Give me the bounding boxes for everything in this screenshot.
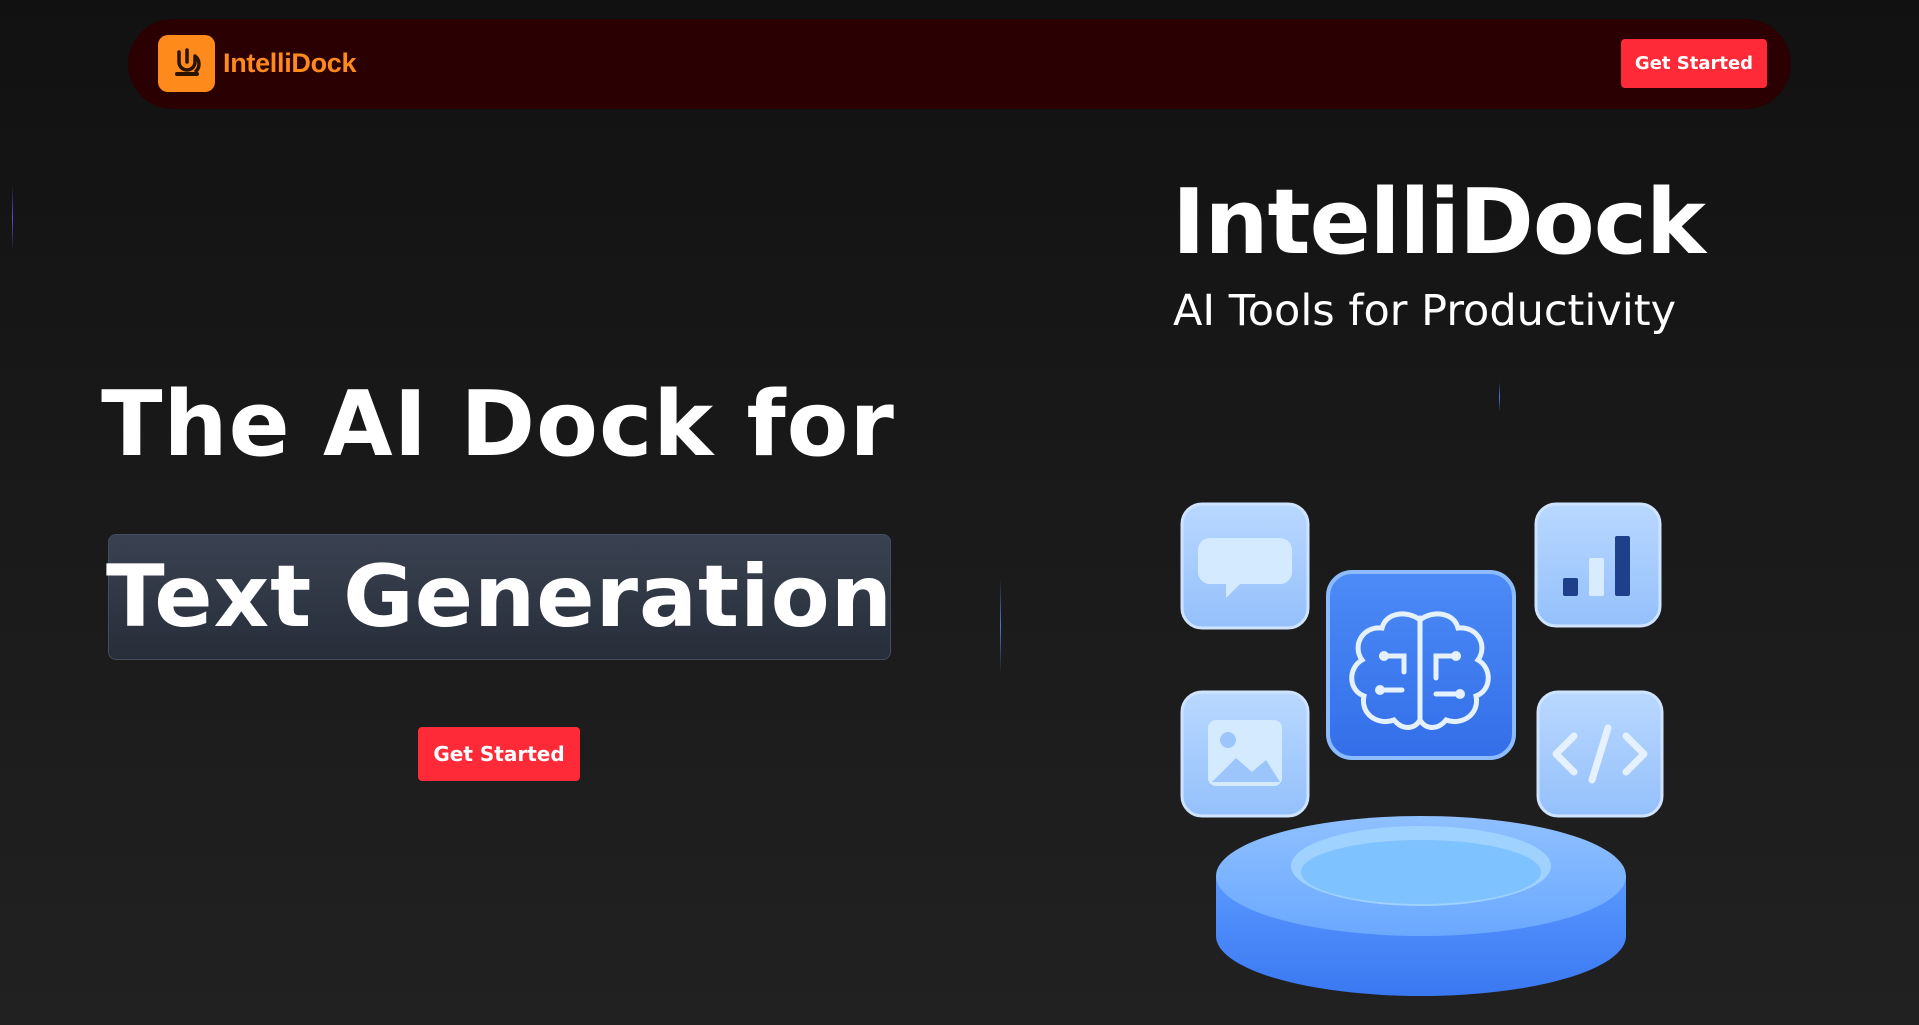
bar-chart-icon [1534,502,1662,628]
decorative-line [1000,578,1001,674]
hero-get-started-button[interactable]: Get Started [418,727,580,781]
navbar: IntelliDock Get Started [128,19,1791,109]
brand-title: IntelliDock [1172,170,1706,275]
chat-bubble-icon [1180,502,1310,630]
brain-icon [1326,570,1516,760]
decorative-line [12,185,13,251]
logo[interactable]: IntelliDock [158,35,357,92]
decorative-line [1499,382,1500,412]
logo-text: IntelliDock [223,48,357,78]
platform-base [1216,816,1626,996]
hero-highlight-box: Text Generation [106,534,893,660]
brand-subtitle: AI Tools for Productivity [1173,286,1677,336]
intellidock-logo-icon [158,35,215,92]
header-get-started-button[interactable]: Get Started [1621,39,1767,88]
hero-highlight-text: Text Generation [106,547,893,647]
ai-dock-illustration [1170,490,1670,1010]
code-icon [1536,690,1664,818]
hero-heading: The AI Dock for [101,372,895,477]
image-icon [1180,690,1310,818]
